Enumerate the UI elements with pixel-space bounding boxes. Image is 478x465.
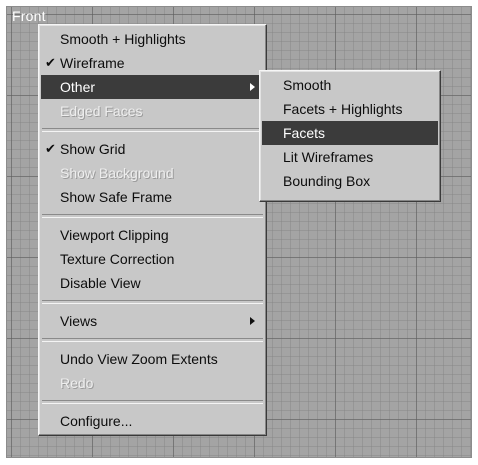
menu-item-label: Lit Wireframes	[283, 149, 374, 165]
menu-item-undo-view-zoom-extents[interactable]: Undo View Zoom Extents	[41, 347, 264, 371]
menu-item-views[interactable]: Views	[41, 309, 264, 333]
menu-item-smooth-highlights[interactable]: Smooth + Highlights	[41, 27, 264, 51]
menu-separator	[42, 338, 263, 342]
menu-item-label: Other	[60, 79, 96, 95]
menu-item-wireframe[interactable]: ✔ Wireframe	[41, 51, 264, 75]
viewport-label[interactable]: Front	[12, 8, 46, 24]
menu-item-label: Bounding Box	[283, 173, 371, 189]
submenu-item-bounding-box[interactable]: Bounding Box	[262, 169, 438, 193]
menu-item-label: Facets + Highlights	[283, 101, 403, 117]
menu-item-show-grid[interactable]: ✔ Show Grid	[41, 137, 264, 161]
menu-item-other[interactable]: Other	[41, 75, 264, 99]
menu-separator	[42, 214, 263, 218]
checkmark-icon: ✔	[45, 55, 56, 70]
submenu-arrow-icon	[250, 83, 255, 91]
menu-item-label: Viewport Clipping	[60, 227, 169, 243]
checkmark-icon: ✔	[45, 141, 56, 156]
submenu-item-facets[interactable]: Facets	[262, 121, 438, 145]
submenu-item-smooth[interactable]: Smooth	[262, 73, 438, 97]
menu-item-disable-view[interactable]: Disable View	[41, 271, 264, 295]
menu-item-label: Smooth	[283, 77, 332, 93]
submenu-item-facets-highlights[interactable]: Facets + Highlights	[262, 97, 438, 121]
menu-item-texture-correction[interactable]: Texture Correction	[41, 247, 264, 271]
other-submenu: Smooth Facets + Highlights Facets Lit Wi…	[259, 70, 441, 202]
menu-separator	[42, 400, 263, 404]
menu-separator	[42, 128, 263, 132]
menu-item-viewport-clipping[interactable]: Viewport Clipping	[41, 223, 264, 247]
menu-item-label: Texture Correction	[60, 251, 175, 267]
menu-item-label: Edged Faces	[60, 103, 143, 119]
menu-item-configure[interactable]: Configure...	[41, 409, 264, 433]
menu-item-label: Smooth + Highlights	[60, 31, 186, 47]
menu-separator	[42, 300, 263, 304]
menu-item-label: Configure...	[60, 413, 133, 429]
viewport-context-menu: Smooth + Highlights ✔ Wireframe Other Ed…	[38, 24, 267, 436]
submenu-arrow-icon	[250, 317, 255, 325]
menu-item-show-background: Show Background	[41, 161, 264, 185]
menu-item-edged-faces: Edged Faces	[41, 99, 264, 123]
menu-item-show-safe-frame[interactable]: Show Safe Frame	[41, 185, 264, 209]
menu-item-label: Show Grid	[60, 141, 126, 157]
menu-item-label: Wireframe	[60, 55, 125, 71]
menu-item-label: Views	[60, 313, 98, 329]
menu-item-label: Undo View Zoom Extents	[60, 351, 218, 367]
submenu-item-lit-wireframes[interactable]: Lit Wireframes	[262, 145, 438, 169]
screen: Front Smooth + Highlights ✔ Wireframe Ot…	[0, 0, 478, 465]
menu-item-label: Facets	[283, 125, 326, 141]
menu-item-label: Show Background	[60, 165, 174, 181]
menu-item-label: Disable View	[60, 275, 141, 291]
menu-item-redo: Redo	[41, 371, 264, 395]
menu-item-label: Redo	[60, 375, 94, 391]
menu-item-label: Show Safe Frame	[60, 189, 173, 205]
